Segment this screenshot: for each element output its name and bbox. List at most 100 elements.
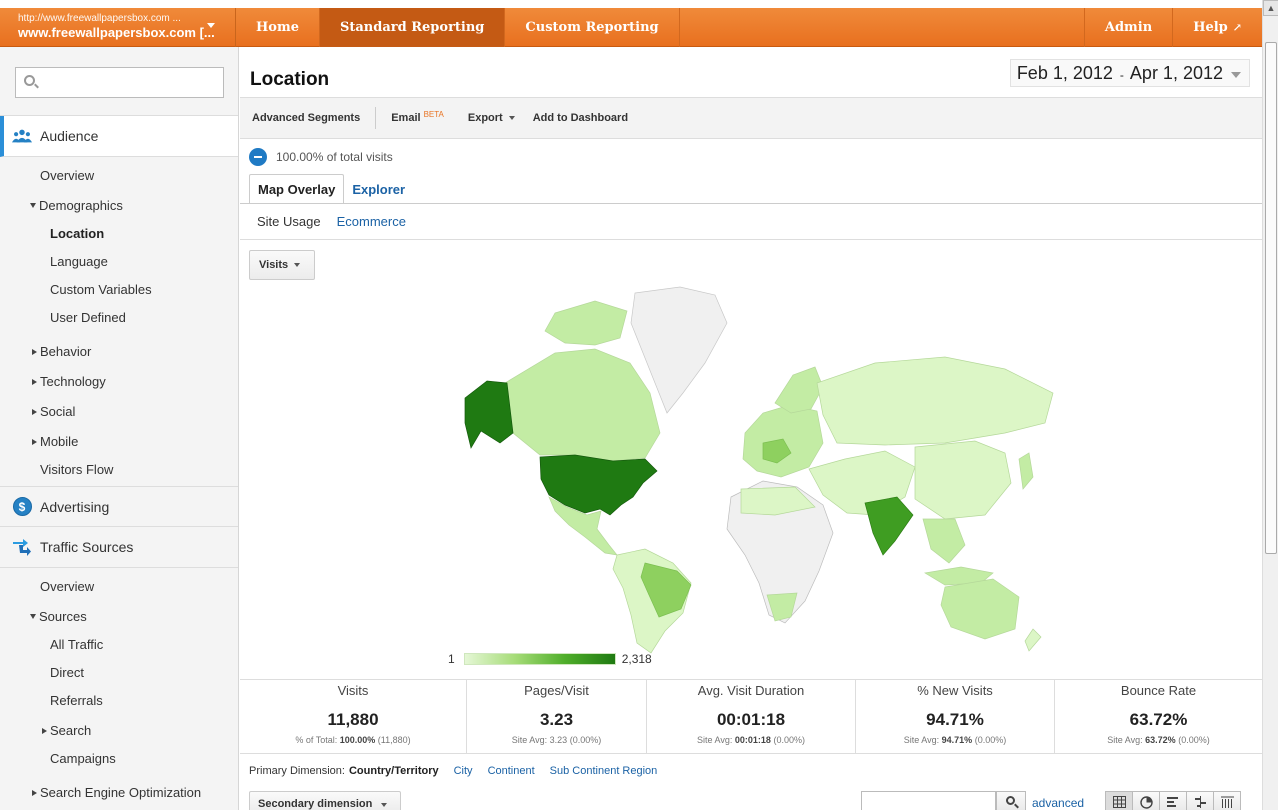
world-map[interactable]: [445, 283, 1065, 655]
sidebar-item-mobile[interactable]: Mobile: [32, 434, 78, 449]
collapsed-caret-icon: [32, 439, 37, 445]
sidebar-item-campaigns[interactable]: Campaigns: [50, 751, 116, 766]
sidebar-item-location[interactable]: Location: [50, 226, 104, 241]
segment-pie-icon[interactable]: [249, 148, 267, 166]
sidebar-search-area: [0, 47, 238, 116]
nav-help[interactable]: Help ↗: [1172, 8, 1262, 47]
dimension-city[interactable]: City: [454, 765, 473, 777]
sidebar-section-advertising[interactable]: $ Advertising: [0, 486, 238, 527]
nav-home[interactable]: Home: [236, 8, 320, 47]
sidebar-item-language[interactable]: Language: [50, 254, 108, 269]
region-east-asia: [914, 440, 1012, 520]
scorecard-label: Bounce Rate: [1120, 683, 1197, 698]
sidebar-item-referrals[interactable]: Referrals: [50, 693, 103, 708]
date-separator: -: [1119, 68, 1124, 82]
nav-standard-reporting[interactable]: Standard Reporting: [319, 8, 506, 47]
segment-label: 100.00% of total visits: [276, 150, 393, 164]
scorecard-avg-visit-duration[interactable]: Avg. Visit Duration 00:01:18 Site Avg: 0…: [647, 680, 856, 754]
segment-summary: 100.00% of total visits: [249, 148, 393, 166]
sidebar-item-seo[interactable]: Search Engine Optimization: [32, 785, 201, 800]
subtab-site-usage[interactable]: Site Usage: [257, 214, 321, 229]
advanced-segments-button[interactable]: Advanced Segments: [240, 107, 377, 129]
subtab-ecommerce[interactable]: Ecommerce: [337, 214, 406, 229]
pivot-view-icon[interactable]: [1213, 791, 1241, 810]
sidebar-item-user-defined[interactable]: User Defined: [50, 310, 126, 325]
add-to-dashboard-button[interactable]: Add to Dashboard: [527, 107, 640, 129]
chevron-down-icon: [1231, 72, 1241, 78]
sidebar-section-audience[interactable]: Audience: [0, 116, 238, 157]
nav-custom-reporting[interactable]: Custom Reporting: [505, 8, 680, 47]
region-australia: [940, 578, 1020, 640]
sub-prefix: Site Avg:: [697, 735, 733, 745]
date-range-picker[interactable]: Feb 1, 2012 - Apr 1, 2012: [1009, 59, 1250, 87]
table-search-button[interactable]: [996, 791, 1026, 810]
sidebar-item-social[interactable]: Social: [32, 404, 75, 419]
sidebar-item-overview[interactable]: Overview: [40, 168, 94, 183]
report-tabs: Map Overlay Explorer: [249, 174, 413, 204]
scorecard-value: 94.71%: [926, 710, 984, 729]
advanced-filter-link[interactable]: advanced: [1032, 796, 1084, 810]
scorecard-bounce-rate[interactable]: Bounce Rate 63.72% Site Avg: 63.72% (0.0…: [1055, 680, 1262, 754]
sidebar: Audience Overview Demographics Location …: [0, 47, 239, 810]
legend-gradient-bar: [463, 653, 616, 665]
sidebar-item-search[interactable]: Search: [42, 723, 91, 738]
dimension-continent[interactable]: Continent: [488, 765, 535, 777]
comparison-view-icon[interactable]: [1186, 791, 1214, 810]
primary-dimension-label: Primary Dimension:: [249, 765, 345, 777]
page-title: Location: [250, 69, 330, 90]
sub-suffix: (11,880): [377, 735, 411, 745]
scrollbar-thumb[interactable]: [1265, 42, 1277, 554]
bar-view-icon[interactable]: [1159, 791, 1187, 810]
tab-map-overlay[interactable]: Map Overlay: [249, 174, 345, 204]
people-icon: [12, 126, 32, 146]
sidebar-search-box[interactable]: [15, 67, 224, 98]
sidebar-section-traffic-sources[interactable]: Traffic Sources: [0, 527, 238, 568]
nav-admin[interactable]: Admin: [1083, 8, 1172, 47]
sidebar-item-demographics[interactable]: Demographics: [30, 198, 123, 213]
secondary-dimension-dropdown[interactable]: Secondary dimension: [249, 791, 401, 810]
metric-scorecards: Visits 11,880 % of Total: 100.00% (11,88…: [240, 679, 1262, 754]
region-south-africa: [766, 592, 798, 622]
grid-view-icon[interactable]: [1105, 791, 1133, 810]
sidebar-item-label: Mobile: [40, 434, 79, 449]
account-url: http://www.freewallpapersbox.com ...: [18, 13, 181, 24]
sub-prefix: % of Total:: [295, 735, 338, 745]
sidebar-item-technology[interactable]: Technology: [32, 374, 106, 389]
window-scrollbar[interactable]: ▲: [1262, 0, 1278, 810]
pie-view-icon[interactable]: [1132, 791, 1160, 810]
email-label: Email: [391, 112, 421, 124]
sidebar-item-all-traffic[interactable]: All Traffic: [50, 637, 103, 652]
sidebar-section-label: Traffic Sources: [40, 539, 134, 555]
account-selector[interactable]: http://www.freewallpapersbox.com ... www…: [0, 8, 236, 47]
top-navigation-bar: http://www.freewallpapersbox.com ... www…: [0, 8, 1262, 47]
collapsed-caret-icon: [32, 790, 37, 796]
scorecard-visits[interactable]: Visits 11,880 % of Total: 100.00% (11,88…: [240, 680, 467, 754]
export-button[interactable]: Export: [456, 107, 527, 129]
sidebar-item-traffic-overview[interactable]: Overview: [40, 579, 94, 594]
scorecard-label: Visits: [337, 683, 369, 698]
scorecard-label: Avg. Visit Duration: [697, 683, 805, 698]
scorecard-pages-per-visit[interactable]: Pages/Visit 3.23 Site Avg: 3.23 (0.00%): [467, 680, 647, 754]
table-filter-input[interactable]: [861, 791, 996, 810]
date-start: Feb 1, 2012: [1016, 63, 1113, 83]
dimension-sub-continent-region[interactable]: Sub Continent Region: [550, 765, 658, 777]
email-button[interactable]: Email BETA: [376, 107, 456, 129]
chevron-down-icon: [381, 803, 388, 807]
scroll-up-arrow-icon[interactable]: ▲: [1263, 0, 1278, 16]
region-arctic-islands: [544, 300, 628, 346]
tab-explorer[interactable]: Explorer: [344, 174, 413, 204]
sidebar-item-behavior[interactable]: Behavior: [32, 344, 91, 359]
sidebar-item-sources[interactable]: Sources: [30, 609, 87, 624]
sidebar-search-input[interactable]: [16, 68, 223, 97]
sidebar-item-label: Demographics: [39, 198, 123, 213]
sidebar-item-label: Technology: [40, 374, 106, 389]
scorecard-subtext: Site Avg: 63.72% (0.00%): [1055, 735, 1262, 745]
sub-bold: 100.00%: [339, 735, 376, 745]
sidebar-item-visitors-flow[interactable]: Visitors Flow: [40, 462, 113, 477]
sidebar-item-direct[interactable]: Direct: [50, 665, 84, 680]
map-metric-selector[interactable]: Visits: [249, 250, 315, 280]
dimension-country-territory[interactable]: Country/Territory: [349, 765, 439, 777]
sidebar-item-custom-variables[interactable]: Custom Variables: [50, 282, 152, 297]
scorecard-new-visits[interactable]: % New Visits 94.71% Site Avg: 94.71% (0.…: [856, 680, 1055, 754]
